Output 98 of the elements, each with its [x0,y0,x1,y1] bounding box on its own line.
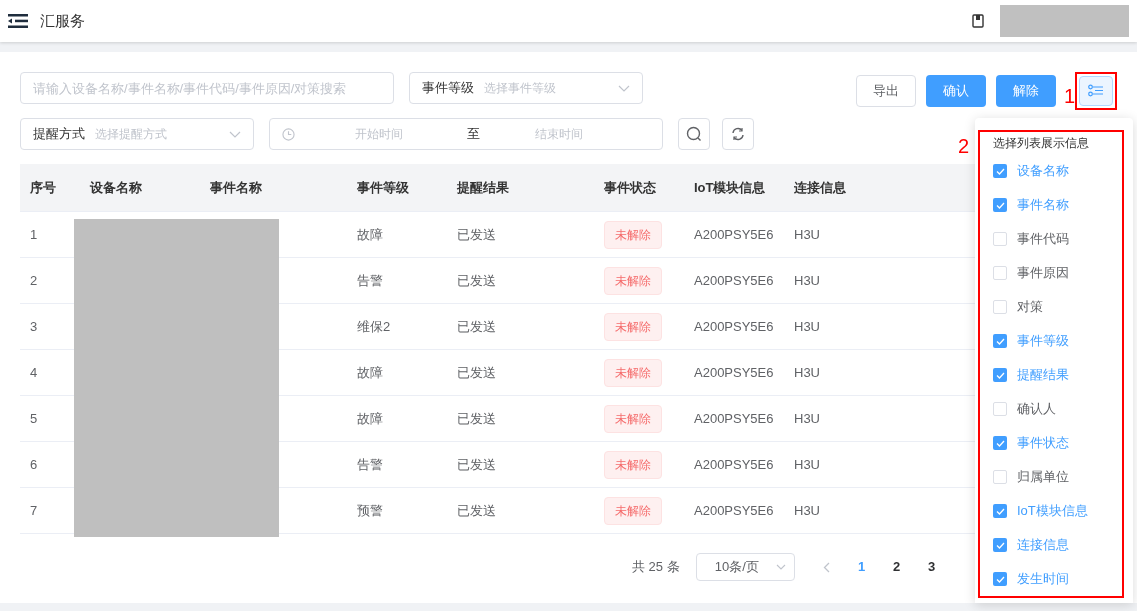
status-tag: 未解除 [604,312,662,341]
column-option[interactable]: 对策 [993,290,1109,324]
status-tag: 未解除 [604,496,662,525]
select-label: 提醒方式 [33,125,85,144]
annotation-number: 1 [1063,86,1075,106]
checkbox[interactable] [993,164,1007,178]
table-cell: 已发送 [457,502,496,518]
table-cell: 2 [30,272,38,288]
status-tag: 未解除 [604,404,662,433]
column-option[interactable]: 事件原因 [993,256,1109,290]
page-button[interactable]: 3 [921,557,942,577]
table-cell: 5 [30,410,38,426]
range-separator: 至 [467,125,480,144]
table-cell: A200PSY5E6 [694,226,774,242]
refresh-button[interactable] [722,118,754,150]
table-cell: 6 [30,456,38,472]
table-cell: A200PSY5E6 [694,410,774,426]
date-range-field[interactable]: 开始时间 至 结束时间 [269,118,663,150]
previous-page-icon[interactable] [822,561,830,573]
table-cell: A200PSY5E6 [694,456,774,472]
checkbox[interactable] [993,436,1007,450]
table-cell: 已发送 [457,456,496,472]
column-header: 事件等级 [357,178,410,197]
table-cell: 告警 [357,456,383,472]
column-header: 连接信息 [794,178,847,197]
chevron-down-icon [618,84,630,92]
table-cell: 已发送 [457,318,496,334]
end-date-placeholder: 结束时间 [535,126,583,143]
page-size-select[interactable]: 10条/页 [695,553,795,581]
checkbox[interactable] [993,232,1007,246]
start-date-placeholder: 开始时间 [355,126,404,143]
table-cell: 已发送 [457,272,496,288]
status-tag: 未解除 [604,358,662,387]
table-cell: H3U [794,364,820,380]
checkbox[interactable] [993,198,1007,212]
column-option[interactable]: 归属单位 [993,460,1109,494]
column-header: 序号 [29,178,57,197]
checkbox[interactable] [993,334,1007,348]
checkbox[interactable] [993,368,1007,382]
checkbox[interactable] [993,300,1007,314]
table-cell: 1 [30,226,38,242]
column-header: IoT模块信息 [694,178,767,197]
table-cell: 7 [30,502,38,518]
table-cell: 故障 [357,226,383,242]
clock-icon [282,127,295,141]
column-header: 事件名称 [210,178,263,197]
menu-icon[interactable] [8,14,28,28]
column-option[interactable]: 确认人 [993,392,1109,426]
status-tag: 未解除 [604,450,662,479]
select-placeholder: 选择提醒方式 [95,126,167,143]
table-cell: A200PSY5E6 [694,364,774,380]
remind-select[interactable]: 提醒方式 选择提醒方式 [20,118,254,150]
table-cell: 3 [30,318,38,334]
checkbox[interactable] [993,402,1007,416]
select-label: 事件等级 [422,79,474,98]
page-size-value: 10条/页 [714,558,759,577]
checkbox[interactable] [993,266,1007,280]
table-cell: 4 [30,364,38,380]
table-cell: H3U [794,502,820,518]
action-button[interactable]: 导出 [855,75,916,107]
list-settings-icon [1088,84,1104,98]
table-cell: H3U [794,272,820,288]
checkbox[interactable] [993,470,1007,484]
table-cell: 维保2 [357,318,391,334]
table-cell: 预警 [357,502,383,518]
popover-title: 选择列表展示信息 [993,135,1090,152]
chevron-down-icon [229,130,241,138]
app-title: 汇服务 [40,10,85,31]
refresh-icon [731,127,745,141]
table-cell: H3U [794,456,820,472]
column-option[interactable]: 事件代码 [993,222,1109,256]
search-field[interactable]: 请输入设备名称/事件名称/事件代码/事件原因/对策搜索 [20,72,394,104]
column-header: 设备名称 [90,178,143,197]
table-cell: H3U [794,226,820,242]
table-cell: 故障 [357,364,383,380]
table-cell: 告警 [357,272,383,288]
checkbox[interactable] [993,572,1007,586]
status-tag: 未解除 [604,220,662,249]
chevron-down-icon [775,564,786,570]
checkbox[interactable] [993,538,1007,552]
table-cell: A200PSY5E6 [694,502,774,518]
column-header: 事件状态 [604,178,657,197]
table-cell: 已发送 [457,226,496,242]
table-cell: 故障 [357,410,383,426]
search-button[interactable] [678,118,710,150]
checkbox[interactable] [993,504,1007,518]
search-icon [686,126,702,142]
table-cell: 已发送 [457,410,496,426]
table-cell: A200PSY5E6 [694,318,774,334]
table-cell: A200PSY5E6 [694,272,774,288]
status-tag: 未解除 [604,266,662,295]
table-cell: 已发送 [457,364,496,380]
total-count: 共 25 条 [632,558,680,577]
column-header: 提醒结果 [457,178,510,197]
annotation-number: 2 [958,136,970,156]
page-button[interactable]: 2 [886,557,907,577]
table-cell: H3U [794,410,820,426]
table-cell: H3U [794,318,820,334]
